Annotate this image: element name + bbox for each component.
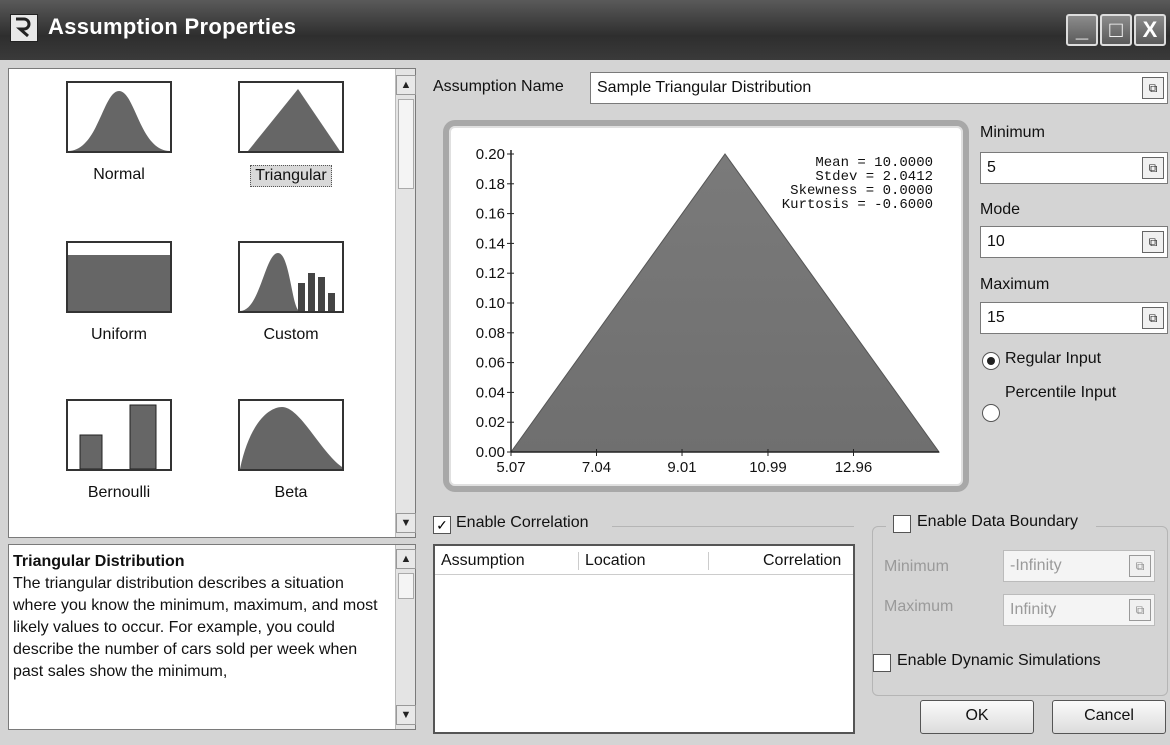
description-title: Triangular Distribution [13,553,185,570]
regular-input-label: Regular Input [1005,350,1102,367]
enable-dynamic-simulations-checkbox[interactable] [873,654,891,672]
y-tick-label: 0.02 [476,414,505,431]
maximum-input[interactable]: 15 [980,302,1168,334]
minimize-button[interactable]: _ [1066,14,1098,46]
assumption-name-label: Assumption Name [433,78,564,95]
uniform-dist-icon [66,241,172,313]
y-tick-label: 0.06 [476,355,505,372]
ok-button[interactable]: OK [920,700,1034,734]
enable-dynamic-simulations-label: Enable Dynamic Simulations [897,652,1101,669]
y-tick-label: 0.14 [476,235,505,252]
scroll-up-icon[interactable]: ▲ [396,75,416,95]
percentile-input-label: Percentile Input [1005,384,1117,401]
distribution-gallery: Normal Triangular Uniform Custom Bernoul… [8,68,416,538]
distribution-chart-frame: 0.00 0.02 0.04 0.06 0.08 0.10 0.12 0.14 0.16 0.18… [443,120,969,492]
boundary-minimum-label: Minimum [884,558,949,575]
y-tick-label: 0.04 [476,384,505,401]
app-icon [10,14,38,42]
enable-data-boundary-label: Enable Data Boundary [917,513,1078,530]
custom-dist-icon [238,241,344,313]
minimum-label: Minimum [980,124,1045,141]
mode-label: Mode [980,201,1021,218]
y-tick-label: 0.18 [476,176,505,193]
x-tick-label: 7.04 [582,459,611,476]
gallery-item-normal[interactable]: Normal [49,81,189,185]
gallery-item-triangular[interactable]: Triangular [221,81,361,187]
enable-correlation-checkbox[interactable]: ✓ [433,516,451,534]
cancel-button[interactable]: Cancel [1052,700,1166,734]
copy-icon[interactable]: ⧉ [1142,231,1164,253]
percentile-input-radio[interactable] [982,404,1000,422]
y-tick-label: 0.12 [476,265,505,282]
y-tick-label: 0.16 [476,206,505,223]
y-tick-label: 0.08 [476,325,505,342]
stat-label: Kurtosis = -0.6000 [782,197,933,213]
separator [612,526,854,527]
scroll-up-icon[interactable]: ▲ [396,549,416,569]
copy-icon[interactable]: ⧉ [1129,555,1151,577]
maximize-button[interactable]: □ [1100,14,1132,46]
gallery-scrollbar[interactable]: ▲ ▼ [395,69,416,537]
column-header[interactable]: Assumption [441,552,525,570]
column-header[interactable]: Correlation [763,552,841,570]
assumption-name-input[interactable]: Sample Triangular Distribution [590,72,1168,104]
scroll-down-icon[interactable]: ▼ [396,705,416,725]
boundary-maximum-label: Maximum [884,598,954,615]
normal-dist-icon [66,81,172,153]
x-tick-label: 12.96 [835,459,873,476]
enable-correlation-label: Enable Correlation [456,514,589,531]
y-tick-label: 0.20 [476,146,505,163]
distribution-chart: 0.000.020.040.060.080.100.120.140.160.18… [476,146,940,476]
triangular-dist-icon [238,81,344,153]
gallery-item-custom[interactable]: Custom [221,241,361,345]
enable-data-boundary-checkbox[interactable] [893,515,911,533]
regular-input-radio[interactable] [982,352,1000,370]
x-tick-label: 10.99 [749,459,787,476]
beta-dist-icon [238,399,344,471]
x-tick-label: 5.07 [496,459,525,476]
scroll-down-icon[interactable]: ▼ [396,513,416,533]
copy-icon[interactable]: ⧉ [1142,77,1164,99]
mode-input[interactable]: 10 [980,226,1168,258]
y-tick-label: 0.10 [476,295,505,312]
gallery-item-beta[interactable]: Beta [221,399,361,503]
scroll-thumb[interactable] [398,99,414,189]
copy-icon[interactable]: ⧉ [1142,307,1164,329]
gallery-item-bernoulli[interactable]: Bernoulli [49,399,189,503]
copy-icon[interactable]: ⧉ [1129,599,1151,621]
window-title: Assumption Properties [48,14,297,39]
column-header[interactable]: Location [585,552,646,570]
maximum-label: Maximum [980,276,1050,293]
description-panel: Triangular Distribution The triangular d… [8,544,416,730]
scroll-thumb[interactable] [398,573,414,599]
close-button[interactable]: X [1134,14,1166,46]
copy-icon[interactable]: ⧉ [1142,157,1164,179]
x-tick-label: 9.01 [667,459,696,476]
bernoulli-dist-icon [66,399,172,471]
gallery-item-uniform[interactable]: Uniform [49,241,189,345]
description-text: The triangular distribution describes a … [13,575,378,680]
correlation-table-header: Assumption Location Correlation [435,546,853,575]
minimum-input[interactable]: 5 [980,152,1168,184]
correlation-table[interactable]: Assumption Location Correlation [433,544,855,734]
description-scrollbar[interactable]: ▲ ▼ [395,545,416,729]
